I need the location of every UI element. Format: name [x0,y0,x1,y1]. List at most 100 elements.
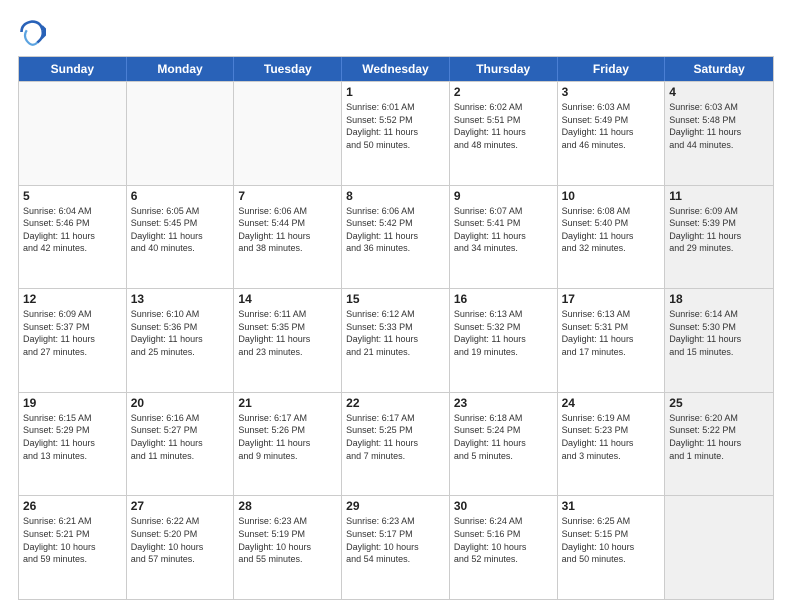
day-info: Sunrise: 6:03 AMSunset: 5:49 PMDaylight:… [562,101,661,151]
calendar: SundayMondayTuesdayWednesdayThursdayFrid… [18,56,774,600]
day-number: 21 [238,396,337,410]
day-number: 24 [562,396,661,410]
day-header-tuesday: Tuesday [234,57,342,81]
day-number: 5 [23,189,122,203]
day-header-monday: Monday [127,57,235,81]
day-number: 6 [131,189,230,203]
cal-cell-1-5: 2Sunrise: 6:02 AMSunset: 5:51 PMDaylight… [450,82,558,185]
cal-cell-4-1: 19 Sunrise: 6:15 AMSunset: 5:29 PMDayligh… [19,393,127,496]
day-number: 30 [454,499,553,513]
day-number: 12 [23,292,122,306]
header [18,18,774,46]
day-info: Sunrise: 6:08 AMSunset: 5:40 PMDaylight:… [562,205,661,255]
week-row-4: 19 Sunrise: 6:15 AMSunset: 5:29 PMDayligh… [19,392,773,496]
day-header-sunday: Sunday [19,57,127,81]
cal-cell-2-1: 5 Sunrise: 6:04 AMSunset: 5:46 PMDaylight… [19,186,127,289]
day-info: Sunrise: 6:05 AMSunset: 5:45 PMDaylight:… [131,205,230,255]
day-number: 3 [562,85,661,99]
cal-cell-1-2 [127,82,235,185]
cal-cell-2-4: 8 Sunrise: 6:06 AMSunset: 5:42 PMDaylight… [342,186,450,289]
cal-cell-5-4: 29Sunrise: 6:23 AMSunset: 5:17 PMDayligh… [342,496,450,599]
cal-cell-1-3 [234,82,342,185]
day-info: Sunrise: 6:09 AMSunset: 5:37 PMDaylight:… [23,308,122,358]
week-row-5: 26 Sunrise: 6:21 AMSunset: 5:21 PMDayligh… [19,495,773,599]
cal-cell-1-4: 1 Sunrise: 6:01 AMSunset: 5:52 PMDaylight… [342,82,450,185]
cal-cell-4-7: 25 Sunrise: 6:20 AMSunset: 5:22 PMDayligh… [665,393,773,496]
cal-cell-4-3: 21 Sunrise: 6:17 AMSunset: 5:26 PMDayligh… [234,393,342,496]
page: SundayMondayTuesdayWednesdayThursdayFrid… [0,0,792,612]
cal-cell-2-7: 11Sunrise: 6:09 AMSunset: 5:39 PMDayligh… [665,186,773,289]
day-info: Sunrise: 6:21 AMSunset: 5:21 PMDaylight:… [23,515,122,565]
day-number: 23 [454,396,553,410]
day-number: 28 [238,499,337,513]
day-info: Sunrise: 6:22 AMSunset: 5:20 PMDaylight:… [131,515,230,565]
day-info: Sunrise: 6:19 AMSunset: 5:23 PMDaylight:… [562,412,661,462]
day-number: 14 [238,292,337,306]
day-number: 22 [346,396,445,410]
day-number: 4 [669,85,769,99]
cal-cell-3-2: 13 Sunrise: 6:10 AMSunset: 5:36 PMDayligh… [127,289,235,392]
day-info: Sunrise: 6:23 AMSunset: 5:19 PMDaylight:… [238,515,337,565]
cal-cell-4-4: 22Sunrise: 6:17 AMSunset: 5:25 PMDayligh… [342,393,450,496]
day-header-thursday: Thursday [450,57,558,81]
day-number: 7 [238,189,337,203]
week-row-1: 1 Sunrise: 6:01 AMSunset: 5:52 PMDaylight… [19,81,773,185]
calendar-header-row: SundayMondayTuesdayWednesdayThursdayFrid… [19,57,773,81]
day-info: Sunrise: 6:11 AMSunset: 5:35 PMDaylight:… [238,308,337,358]
cal-cell-3-1: 12 Sunrise: 6:09 AMSunset: 5:37 PMDayligh… [19,289,127,392]
cal-cell-5-1: 26 Sunrise: 6:21 AMSunset: 5:21 PMDayligh… [19,496,127,599]
cal-cell-5-6: 31Sunrise: 6:25 AMSunset: 5:15 PMDayligh… [558,496,666,599]
cal-cell-1-6: 3 Sunrise: 6:03 AMSunset: 5:49 PMDaylight… [558,82,666,185]
day-number: 18 [669,292,769,306]
cal-cell-2-5: 9 Sunrise: 6:07 AMSunset: 5:41 PMDaylight… [450,186,558,289]
day-info: Sunrise: 6:06 AMSunset: 5:42 PMDaylight:… [346,205,445,255]
day-number: 10 [562,189,661,203]
cal-cell-2-3: 7 Sunrise: 6:06 AMSunset: 5:44 PMDaylight… [234,186,342,289]
day-number: 8 [346,189,445,203]
day-info: Sunrise: 6:07 AMSunset: 5:41 PMDaylight:… [454,205,553,255]
cal-cell-4-5: 23Sunrise: 6:18 AMSunset: 5:24 PMDayligh… [450,393,558,496]
day-info: Sunrise: 6:25 AMSunset: 5:15 PMDaylight:… [562,515,661,565]
day-info: Sunrise: 6:16 AMSunset: 5:27 PMDaylight:… [131,412,230,462]
cal-cell-5-3: 28 Sunrise: 6:23 AMSunset: 5:19 PMDayligh… [234,496,342,599]
day-header-friday: Friday [558,57,666,81]
day-number: 19 [23,396,122,410]
day-info: Sunrise: 6:14 AMSunset: 5:30 PMDaylight:… [669,308,769,358]
day-info: Sunrise: 6:20 AMSunset: 5:22 PMDaylight:… [669,412,769,462]
day-number: 17 [562,292,661,306]
day-number: 29 [346,499,445,513]
cal-cell-3-5: 16 Sunrise: 6:13 AMSunset: 5:32 PMDayligh… [450,289,558,392]
day-info: Sunrise: 6:15 AMSunset: 5:29 PMDaylight:… [23,412,122,462]
day-number: 2 [454,85,553,99]
day-info: Sunrise: 6:13 AMSunset: 5:32 PMDaylight:… [454,308,553,358]
cal-cell-1-7: 4 Sunrise: 6:03 AMSunset: 5:48 PMDaylight… [665,82,773,185]
cal-cell-2-6: 10 Sunrise: 6:08 AMSunset: 5:40 PMDayligh… [558,186,666,289]
day-number: 25 [669,396,769,410]
day-number: 13 [131,292,230,306]
day-number: 1 [346,85,445,99]
day-info: Sunrise: 6:24 AMSunset: 5:16 PMDaylight:… [454,515,553,565]
cal-cell-1-1 [19,82,127,185]
day-info: Sunrise: 6:12 AMSunset: 5:33 PMDaylight:… [346,308,445,358]
day-info: Sunrise: 6:09 AMSunset: 5:39 PMDaylight:… [669,205,769,255]
day-header-wednesday: Wednesday [342,57,450,81]
day-number: 16 [454,292,553,306]
cal-cell-5-2: 27Sunrise: 6:22 AMSunset: 5:20 PMDayligh… [127,496,235,599]
day-info: Sunrise: 6:03 AMSunset: 5:48 PMDaylight:… [669,101,769,151]
cal-cell-3-4: 15 Sunrise: 6:12 AMSunset: 5:33 PMDayligh… [342,289,450,392]
day-header-saturday: Saturday [665,57,773,81]
week-row-2: 5 Sunrise: 6:04 AMSunset: 5:46 PMDaylight… [19,185,773,289]
day-info: Sunrise: 6:17 AMSunset: 5:26 PMDaylight:… [238,412,337,462]
day-info: Sunrise: 6:10 AMSunset: 5:36 PMDaylight:… [131,308,230,358]
logo-icon [18,18,46,46]
day-number: 9 [454,189,553,203]
day-number: 26 [23,499,122,513]
day-info: Sunrise: 6:06 AMSunset: 5:44 PMDaylight:… [238,205,337,255]
day-number: 15 [346,292,445,306]
cal-cell-4-2: 20 Sunrise: 6:16 AMSunset: 5:27 PMDayligh… [127,393,235,496]
day-number: 20 [131,396,230,410]
cal-cell-4-6: 24 Sunrise: 6:19 AMSunset: 5:23 PMDayligh… [558,393,666,496]
day-info: Sunrise: 6:04 AMSunset: 5:46 PMDaylight:… [23,205,122,255]
cal-cell-5-5: 30 Sunrise: 6:24 AMSunset: 5:16 PMDayligh… [450,496,558,599]
day-info: Sunrise: 6:01 AMSunset: 5:52 PMDaylight:… [346,101,445,151]
